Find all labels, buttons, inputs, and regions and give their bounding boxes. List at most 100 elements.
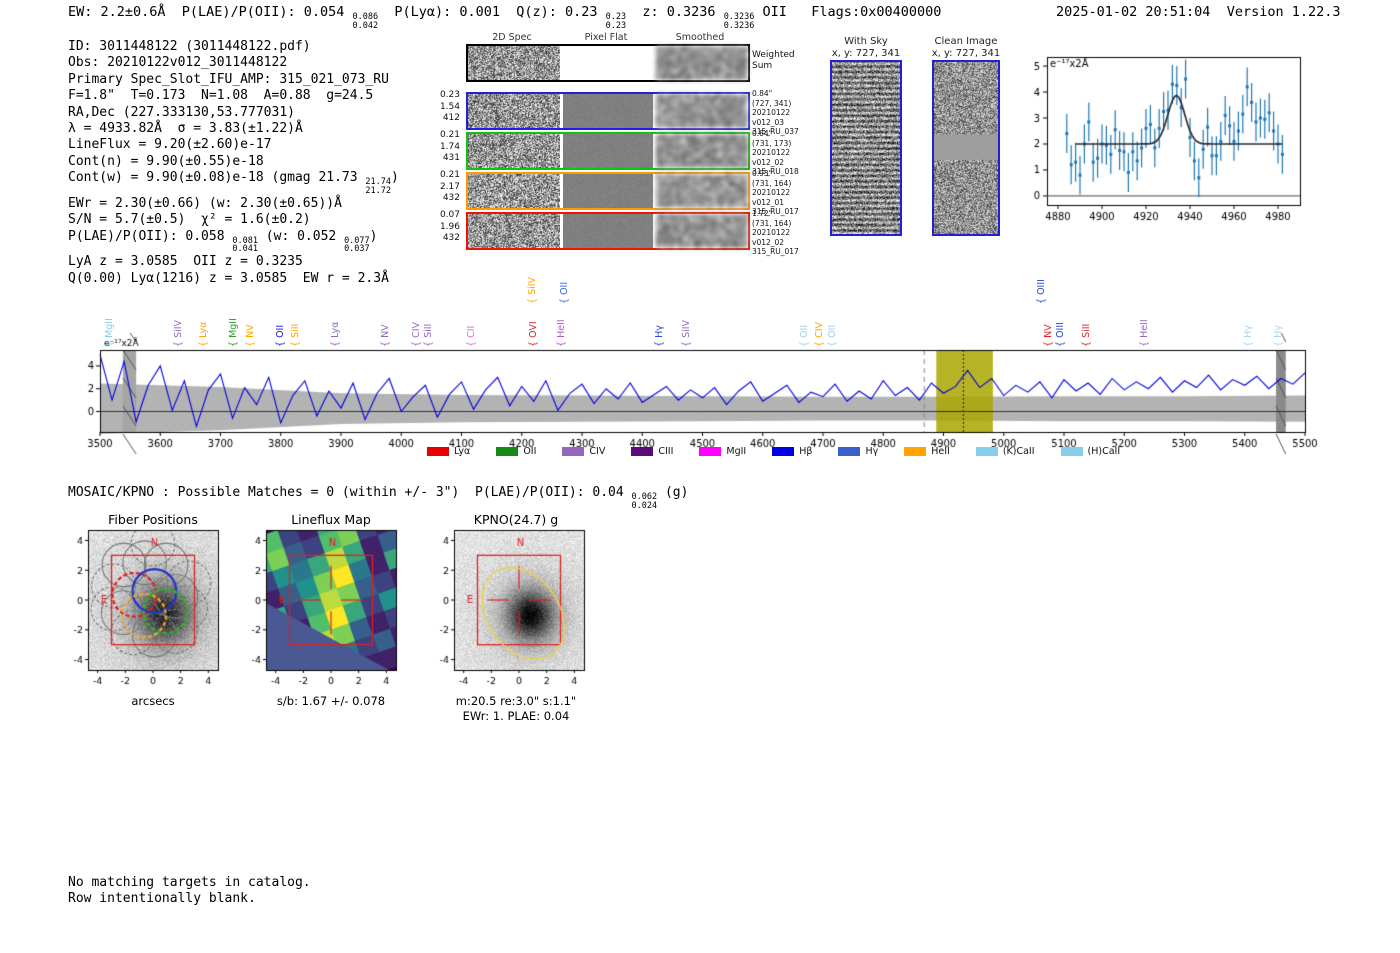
weight-value: 0.23 — [406, 90, 460, 102]
info-line: Obs: 20210122v012_3011448122 — [68, 55, 399, 71]
legend-label: (H)CaII — [1088, 446, 1121, 457]
fiber-row-weights: 0.21 1.74 431 — [406, 130, 460, 165]
stacked-value: 0.086 0.042 — [352, 13, 378, 31]
fiber-row-weights: 0.21 2.17 432 — [406, 170, 460, 205]
mosaic-kpno-line: MOSAIC/KPNO : Possible Matches = 0 (with… — [68, 485, 688, 511]
stacked-value: 0.3236 0.3236 — [724, 13, 755, 31]
info-line: RA,Dec (227.333130,53.777031) — [68, 105, 399, 121]
weight-value: 0.21 — [406, 130, 460, 142]
legend-item-h: Hβ — [772, 446, 812, 457]
legend-swatch — [838, 447, 860, 456]
kpno-panel — [428, 526, 610, 694]
weight-value: 1.74 — [406, 142, 460, 154]
emission-line-label-siiv: { SiIV — [528, 277, 538, 304]
footer-line: Row intentionally blank. — [68, 891, 311, 907]
lineflux-map-panel — [240, 526, 422, 694]
legend-label: Hβ — [799, 446, 812, 457]
meta-line: 20210122 — [752, 228, 799, 238]
kpno-caption1: m:20.5 re:3.0" s:1.1" — [456, 694, 576, 708]
info-line: Cont(n) = 9.90(±0.55)e-18 — [68, 154, 399, 170]
legend-label: OII — [523, 446, 536, 457]
pixel-flat-image — [563, 134, 653, 168]
legend-label: Hγ — [865, 446, 878, 457]
meta-line: 20210122 — [752, 188, 799, 198]
weight-value: 1.96 — [406, 222, 460, 234]
meta-line: 0.84" — [752, 89, 799, 99]
spec2d-image — [468, 214, 560, 248]
kpno-title: KPNO(24.7) g — [474, 512, 558, 527]
weight-value: 0.07 — [406, 210, 460, 222]
spec2d-col-header: 2D Spec — [492, 32, 532, 43]
info-line: ID: 3011448122 (3011448122.pdf) — [68, 39, 399, 55]
meta-line: 315_RU_017 — [752, 247, 799, 257]
spec2d-weighted-row — [466, 44, 750, 82]
fiber-positions-title: Fiber Positions — [108, 512, 198, 527]
spectrum-legend: Lyα OII CIV CIII MgII Hβ Hγ HeII (K)CaII (H)CaII — [427, 446, 1120, 457]
emission-line-label-oii: { OII — [560, 282, 570, 304]
info-line: λ = 4933.82Å σ = 3.83(±1.22)Å — [68, 121, 399, 137]
fiber-row-weights: 0.07 1.96 432 — [406, 210, 460, 245]
spec2d-image — [468, 94, 560, 128]
legend-swatch — [631, 447, 653, 456]
spec2d-row — [466, 92, 750, 130]
meta-line: v012_02 — [752, 158, 799, 168]
meta-line: (727, 341) — [752, 99, 799, 109]
legend-item-ly: Lyα — [427, 446, 470, 457]
weight-value: 1.54 — [406, 102, 460, 114]
weight-value: 432 — [406, 193, 460, 205]
meta-line: (731, 173) — [752, 139, 799, 149]
weighted-sum-line: Sum — [752, 61, 795, 72]
full-spectrum-plot — [60, 333, 1350, 457]
smoothed-image — [656, 94, 748, 128]
elixer-report-page: { "header": { "left_segments": [ {"t":"E… — [0, 0, 1400, 953]
stacked-value: 0.077 0.037 — [344, 237, 370, 255]
report-version: Version 1.22.3 — [1227, 4, 1341, 20]
stacked-value: 0.23 0.23 — [606, 13, 626, 31]
spec2d-image — [468, 134, 560, 168]
fiber-row-meta: 1.72" (731, 164) 20210122 v012_02 315_RU_017 — [752, 209, 799, 257]
legend-label: CIV — [589, 446, 605, 457]
smoothed-image — [656, 46, 748, 80]
info-line: S/N = 5.7(±0.5) χ² = 1.6(±0.2) — [68, 212, 399, 228]
spec2d-row — [466, 212, 750, 250]
spec2d-col-header: Smoothed — [676, 32, 725, 43]
weighted-sum-label: Weighted Sum — [752, 50, 795, 72]
info-line: LyA z = 3.0585 OII z = 0.3235 — [68, 254, 399, 270]
legend-item-ciii: CIII — [631, 446, 673, 457]
meta-line: 1.72" — [752, 209, 799, 219]
clean-image-coords: x, y: 727, 341 — [920, 48, 1012, 60]
with-sky-image — [830, 60, 902, 236]
footer-line: No matching targets in catalog. — [68, 875, 311, 891]
spec2d-col-header: Pixel Flat — [585, 32, 628, 43]
weight-value: 431 — [406, 153, 460, 165]
info-line: P(LAE)/P(OII): 0.058 0.081 0.041 (w: 0.05… — [68, 229, 399, 255]
info-line: Q(0.00) Lyα(1216) z = 3.0585 EW r = 2.3Å — [68, 271, 399, 287]
legend-item-h: Hγ — [838, 446, 878, 457]
lineflux-caption: s/b: 1.67 +/- 0.078 — [277, 694, 385, 708]
weight-value: 432 — [406, 233, 460, 245]
meta-line: v012_01 — [752, 198, 799, 208]
info-line: Primary Spec_Slot_IFU_AMP: 315_021_073_R… — [68, 72, 399, 88]
report-datetime: 2025-01-02 20:51:04 — [1056, 4, 1210, 20]
meta-line: 20210122 — [752, 148, 799, 158]
legend-swatch — [1061, 447, 1083, 456]
spec2d-row — [466, 132, 750, 170]
spec2d-image — [468, 174, 560, 208]
with-sky-coords: x, y: 727, 341 — [820, 48, 912, 60]
smoothed-image — [656, 214, 748, 248]
legend-item-mgii: MgII — [699, 446, 746, 457]
pixel-flat-image — [563, 94, 653, 128]
spec2d-row — [466, 172, 750, 210]
info-line: F=1.8" T=0.173 N=1.08 A=0.88 g=24.5 — [68, 88, 399, 104]
info-line: EWr = 2.30(±0.66) (w: 2.30(±0.65))Å — [68, 196, 399, 212]
legend-item-heii: HeII — [904, 446, 950, 457]
summary-header: EW: 2.2±0.6Å P(LAE)/P(OII): 0.054 0.086 0… — [68, 4, 941, 31]
smoothed-image — [656, 174, 748, 208]
legend-label: HeII — [931, 446, 950, 457]
report-datetime-version: 2025-01-02 20:51:04 Version 1.22.3 — [1056, 4, 1341, 20]
stacked-value: 0.081 0.041 — [232, 237, 258, 255]
with-sky-header: With Sky x, y: 727, 341 — [820, 36, 912, 60]
legend-label: MgII — [726, 446, 746, 457]
stacked-value: 21.74 21.72 — [365, 178, 391, 196]
meta-line: v012_03 — [752, 118, 799, 128]
